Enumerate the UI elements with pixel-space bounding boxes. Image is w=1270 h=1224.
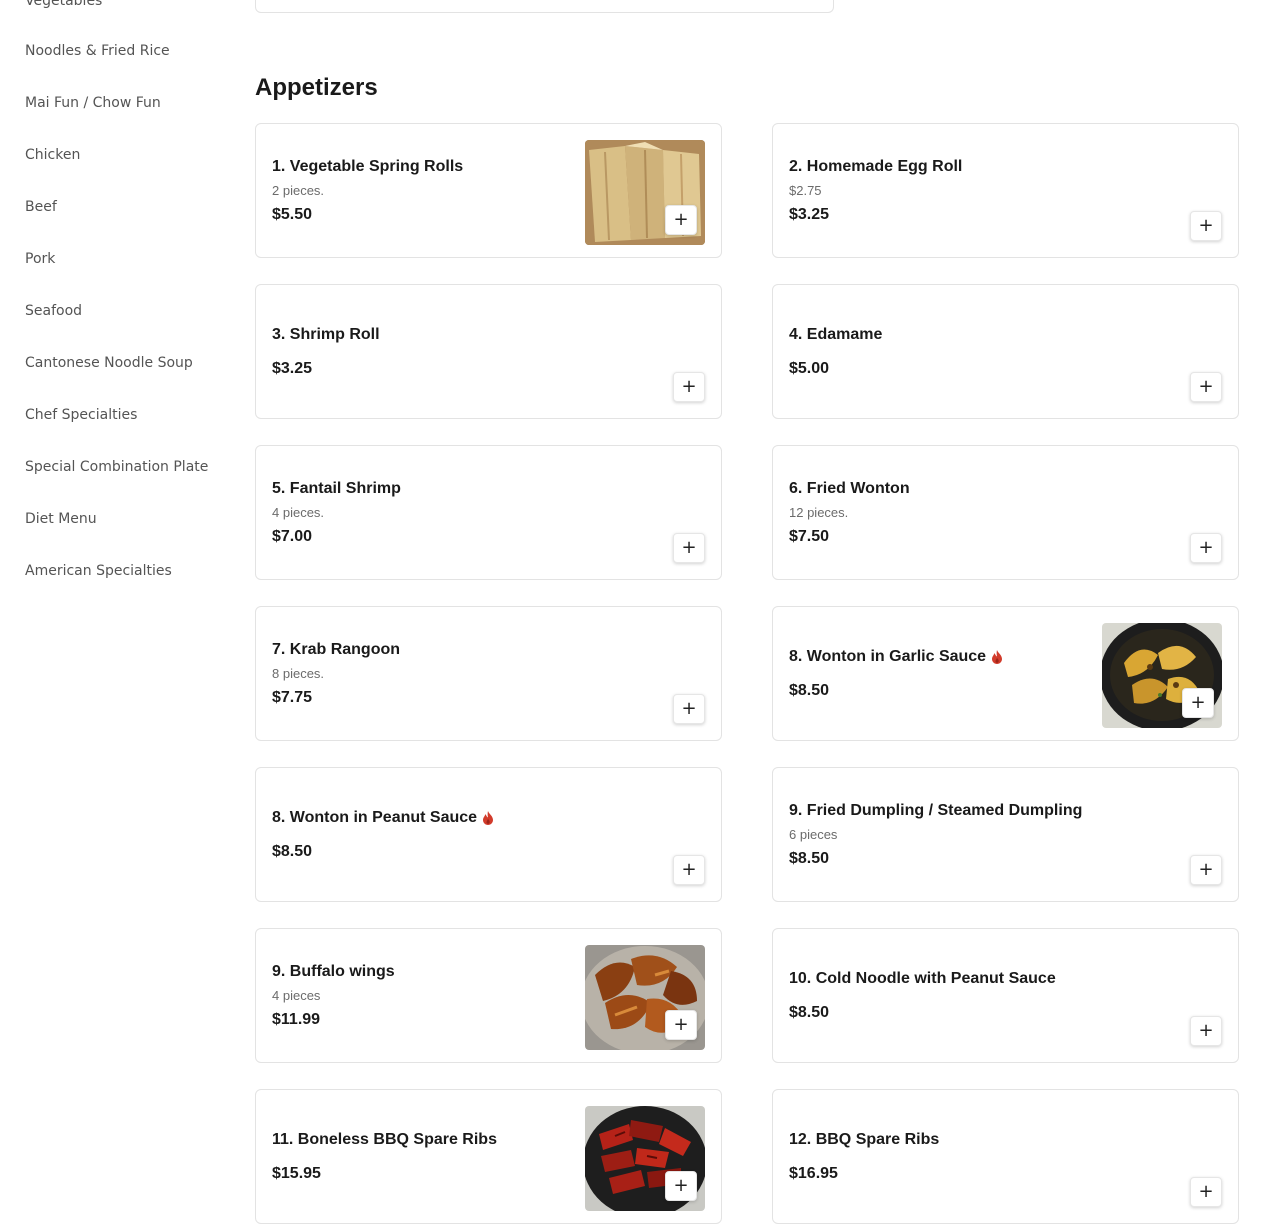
item-price: $15.95 xyxy=(272,1164,321,1182)
item-name: 3. Shrimp Roll xyxy=(272,325,380,343)
item-price: $7.50 xyxy=(789,527,830,545)
spicy-pepper-icon xyxy=(991,649,1003,664)
sidebar-item-chef-specialties[interactable]: Chef Specialties xyxy=(25,406,137,424)
menu-item-card[interactable]: 4. Edamame $5.00 + xyxy=(772,284,1239,419)
item-name: 4. Edamame xyxy=(789,325,883,343)
menu-item-card[interactable]: 8. Wonton in Garlic Sauce $8.50 + xyxy=(772,606,1239,741)
sidebar-item-noodles-fried-rice[interactable]: Noodles & Fried Rice xyxy=(25,42,170,60)
add-to-cart-button[interactable]: + xyxy=(665,1171,697,1201)
item-description: 4 pieces. xyxy=(272,504,325,520)
menu-item-card[interactable]: 10. Cold Noodle with Peanut Sauce $8.50 … xyxy=(772,928,1239,1063)
add-to-cart-button[interactable]: + xyxy=(1190,211,1222,241)
menu-item-card[interactable]: 1. Vegetable Spring Rolls 2 pieces. $5.5… xyxy=(255,123,722,258)
add-to-cart-button[interactable]: + xyxy=(1182,688,1214,718)
menu-item-card[interactable]: 3. Shrimp Roll $3.25 + xyxy=(255,284,722,419)
menu-item-card[interactable]: 5. Fantail Shrimp 4 pieces. $7.00 + xyxy=(255,445,722,580)
add-to-cart-button[interactable]: + xyxy=(1190,855,1222,885)
sidebar-item-diet-menu[interactable]: Diet Menu xyxy=(25,510,97,528)
item-price: $8.50 xyxy=(272,842,313,860)
item-description: 2 pieces. xyxy=(272,182,325,198)
add-to-cart-button[interactable]: + xyxy=(665,1010,697,1040)
sidebar-item-special-combination-plate[interactable]: Special Combination Plate xyxy=(25,458,208,476)
menu-item-card[interactable]: 2. Homemade Egg Roll $2.75 $3.25 + xyxy=(772,123,1239,258)
item-description: 6 pieces xyxy=(789,826,838,842)
item-name: 2. Homemade Egg Roll xyxy=(789,157,963,175)
menu-item-card[interactable]: 9. Fried Dumpling / Steamed Dumpling 6 p… xyxy=(772,767,1239,902)
item-price: $5.50 xyxy=(272,205,313,223)
item-price: $8.50 xyxy=(789,849,830,867)
sidebar-item-vegetables[interactable]: Vegetables xyxy=(25,0,102,10)
add-to-cart-button[interactable]: + xyxy=(673,533,705,563)
menu-item-card[interactable]: 8. Wonton in Peanut Sauce $8.50 + xyxy=(255,767,722,902)
item-name: 11. Boneless BBQ Spare Ribs xyxy=(272,1130,497,1148)
add-to-cart-button[interactable]: + xyxy=(1190,533,1222,563)
item-price: $7.75 xyxy=(272,688,313,706)
add-to-cart-button[interactable]: + xyxy=(673,372,705,402)
category-sidebar: Vegetables Noodles & Fried Rice Mai Fun … xyxy=(0,0,240,1203)
item-price: $8.50 xyxy=(789,681,830,699)
item-name: 6. Fried Wonton xyxy=(789,479,910,497)
item-name: 8. Wonton in Peanut Sauce xyxy=(272,808,705,828)
sidebar-item-seafood[interactable]: Seafood xyxy=(25,302,82,320)
item-description: 4 pieces xyxy=(272,987,321,1003)
add-to-cart-button[interactable]: + xyxy=(1190,372,1222,402)
item-price: $7.00 xyxy=(272,527,313,545)
item-description: $2.75 xyxy=(789,182,822,198)
item-name: 8. Wonton in Garlic Sauce xyxy=(789,647,1088,667)
item-price: $5.00 xyxy=(789,359,830,377)
sidebar-item-beef[interactable]: Beef xyxy=(25,198,57,216)
item-name: 5. Fantail Shrimp xyxy=(272,479,401,497)
item-name: 12. BBQ Spare Ribs xyxy=(789,1130,940,1148)
add-to-cart-button[interactable]: + xyxy=(1190,1016,1222,1046)
menu-item-card[interactable]: 6. Fried Wonton 12 pieces. $7.50 + xyxy=(772,445,1239,580)
item-description: 12 pieces. xyxy=(789,504,849,520)
sidebar-item-chicken[interactable]: Chicken xyxy=(25,146,80,164)
item-description: 8 pieces. xyxy=(272,665,325,681)
add-to-cart-button[interactable]: + xyxy=(673,694,705,724)
menu-item-card[interactable]: 11. Boneless BBQ Spare Ribs $15.95 + xyxy=(255,1089,722,1224)
item-price: $3.25 xyxy=(789,205,830,223)
item-name: 1. Vegetable Spring Rolls xyxy=(272,157,464,175)
spicy-pepper-icon xyxy=(482,810,494,825)
item-price: $11.99 xyxy=(272,1010,321,1028)
menu-item-card[interactable]: 7. Krab Rangoon 8 pieces. $7.75 + xyxy=(255,606,722,741)
sidebar-item-cantonese-noodle-soup[interactable]: Cantonese Noodle Soup xyxy=(25,354,193,372)
item-name: 10. Cold Noodle with Peanut Sauce xyxy=(789,969,1056,987)
sidebar-item-mai-fun-chow-fun[interactable]: Mai Fun / Chow Fun xyxy=(25,94,161,112)
item-name: 9. Fried Dumpling / Steamed Dumpling xyxy=(789,801,1083,819)
add-to-cart-button[interactable]: + xyxy=(665,205,697,235)
sidebar-item-american-specialties[interactable]: American Specialties xyxy=(25,562,172,580)
item-price: $3.25 xyxy=(272,359,313,377)
item-name: 7. Krab Rangoon xyxy=(272,640,401,658)
previous-section-card xyxy=(255,0,834,13)
menu-item-card[interactable]: 12. BBQ Spare Ribs $16.95 + xyxy=(772,1089,1239,1224)
sidebar-item-pork[interactable]: Pork xyxy=(25,250,55,268)
item-name: 9. Buffalo wings xyxy=(272,962,395,980)
item-price: $16.95 xyxy=(789,1164,838,1182)
add-to-cart-button[interactable]: + xyxy=(673,855,705,885)
menu-item-card[interactable]: 9. Buffalo wings 4 pieces $11.99 + xyxy=(255,928,722,1063)
section-title: Appetizers xyxy=(255,74,378,101)
item-price: $8.50 xyxy=(789,1003,830,1021)
